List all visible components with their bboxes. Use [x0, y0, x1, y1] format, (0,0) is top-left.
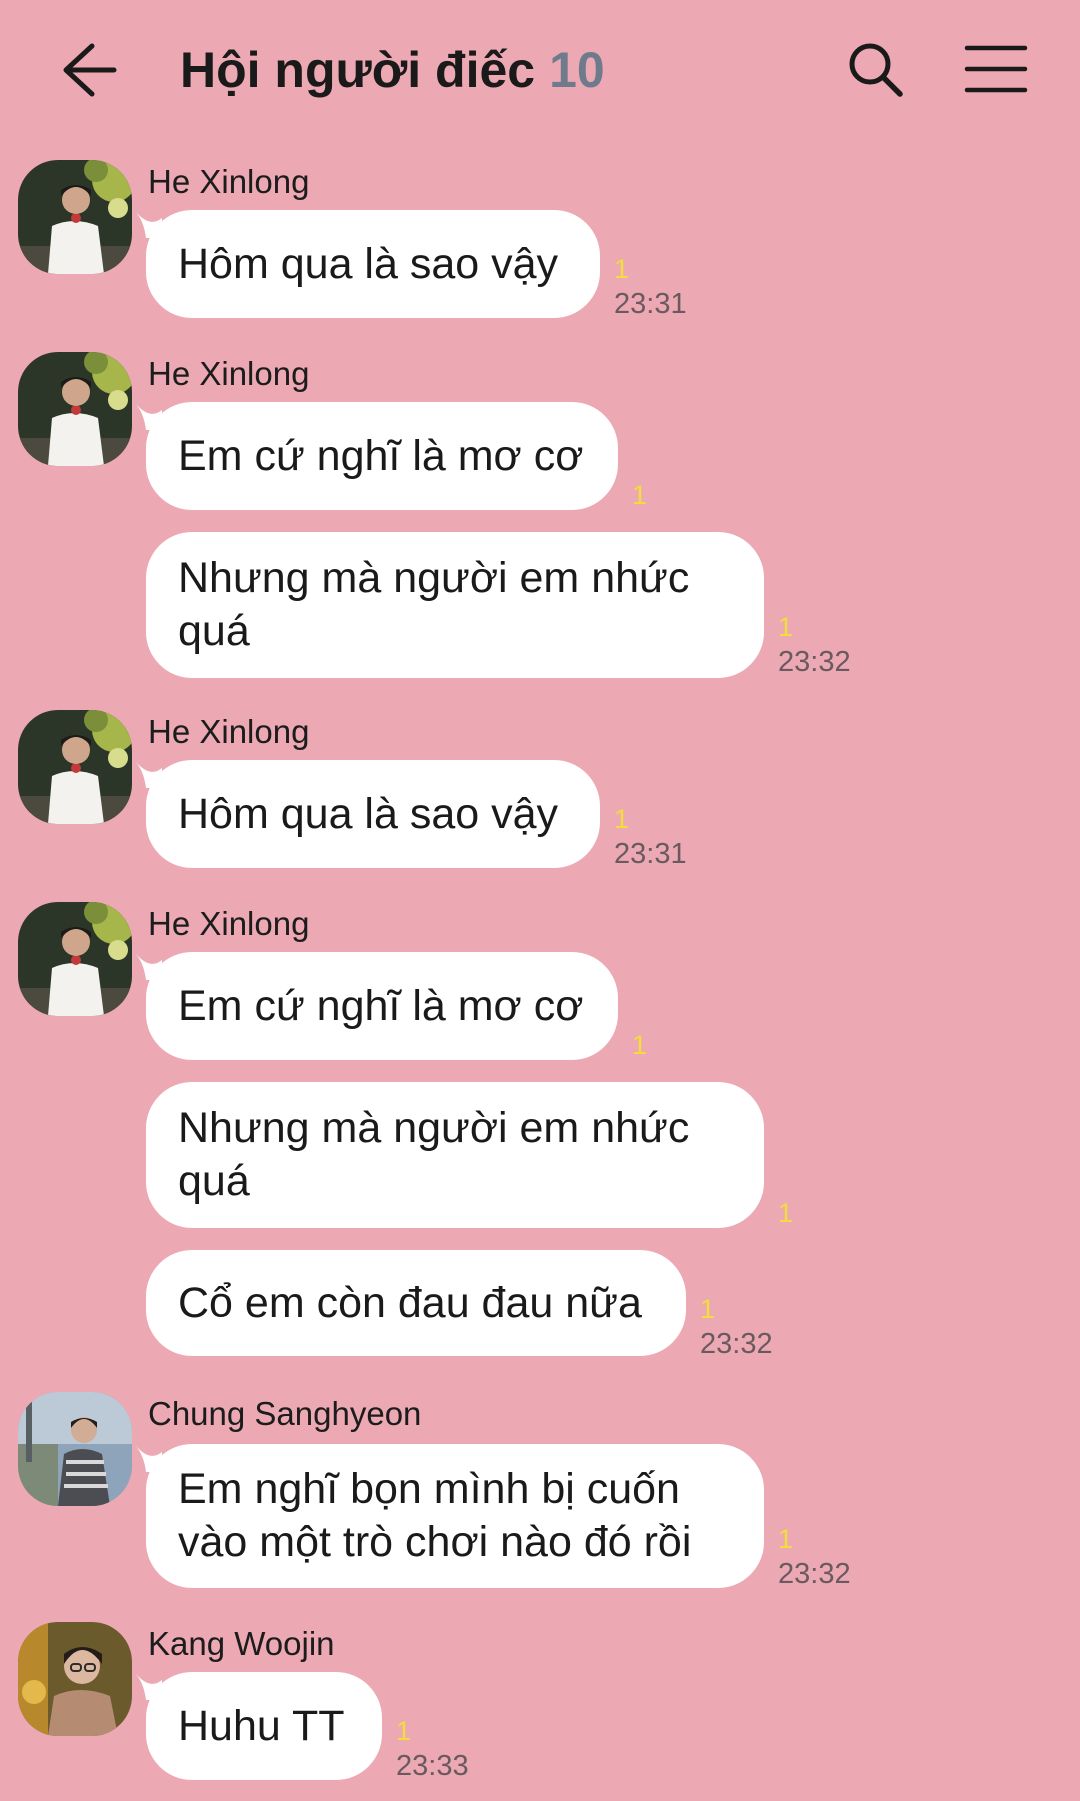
message-bubble[interactable]: Hôm qua là sao vậy — [146, 210, 600, 318]
sender-name: He Xinlong — [148, 713, 310, 750]
message-time: 23:33 — [396, 1750, 469, 1782]
read-count: 1 — [632, 480, 648, 510]
search-icon[interactable] — [846, 40, 906, 100]
read-count: 1 — [778, 1524, 794, 1554]
avatar-he-xinlong[interactable] — [18, 902, 132, 1016]
message-bubble[interactable]: Hôm qua là sao vậy — [146, 760, 600, 868]
read-count: 1 — [614, 804, 630, 834]
message-time: 23:31 — [614, 288, 687, 320]
read-count: 1 — [700, 1294, 716, 1324]
sender-name: Kang Woojin — [148, 1625, 335, 1662]
sender-name: He Xinlong — [148, 355, 310, 392]
group-name: Hội người điếc — [180, 42, 536, 98]
sender-name: Chung Sanghyeon — [148, 1395, 422, 1432]
message-bubble[interactable]: Cổ em còn đau đau nữa — [146, 1250, 686, 1356]
avatar-he-xinlong[interactable] — [18, 160, 132, 274]
sender-name: He Xinlong — [148, 163, 310, 200]
message-bubble[interactable]: Em cứ nghĩ là mơ cơ — [146, 402, 618, 510]
read-count: 1 — [778, 612, 794, 642]
chat-title: Hội người điếc 10 — [180, 40, 605, 100]
message-time: 23:32 — [778, 1558, 851, 1590]
message-bubble[interactable]: Em nghĩ bọn mình bị cuốn vào một trò chơ… — [146, 1444, 764, 1588]
menu-icon[interactable] — [964, 44, 1028, 94]
avatar-chung-sanghyeon[interactable] — [18, 1392, 132, 1506]
read-count: 1 — [778, 1198, 794, 1228]
message-bubble[interactable]: Em cứ nghĩ là mơ cơ — [146, 952, 618, 1060]
message-bubble[interactable]: Nhưng mà người em nhức quá — [146, 532, 764, 678]
sender-name: He Xinlong — [148, 905, 310, 942]
read-count: 1 — [396, 1716, 412, 1746]
message-time: 23:32 — [778, 646, 851, 678]
message-time: 23:31 — [614, 838, 687, 870]
avatar-he-xinlong[interactable] — [18, 710, 132, 824]
member-count: 10 — [549, 42, 605, 98]
avatar-he-xinlong[interactable] — [18, 352, 132, 466]
read-count: 1 — [632, 1030, 648, 1060]
read-count: 1 — [614, 254, 630, 284]
chat-header: Hội người điếc 10 — [0, 0, 1080, 140]
message-bubble[interactable]: Huhu TT — [146, 1672, 382, 1780]
message-time: 23:32 — [700, 1328, 773, 1360]
avatar-kang-woojin[interactable] — [18, 1622, 132, 1736]
back-arrow-icon[interactable] — [58, 38, 118, 102]
message-bubble[interactable]: Nhưng mà người em nhức quá — [146, 1082, 764, 1228]
